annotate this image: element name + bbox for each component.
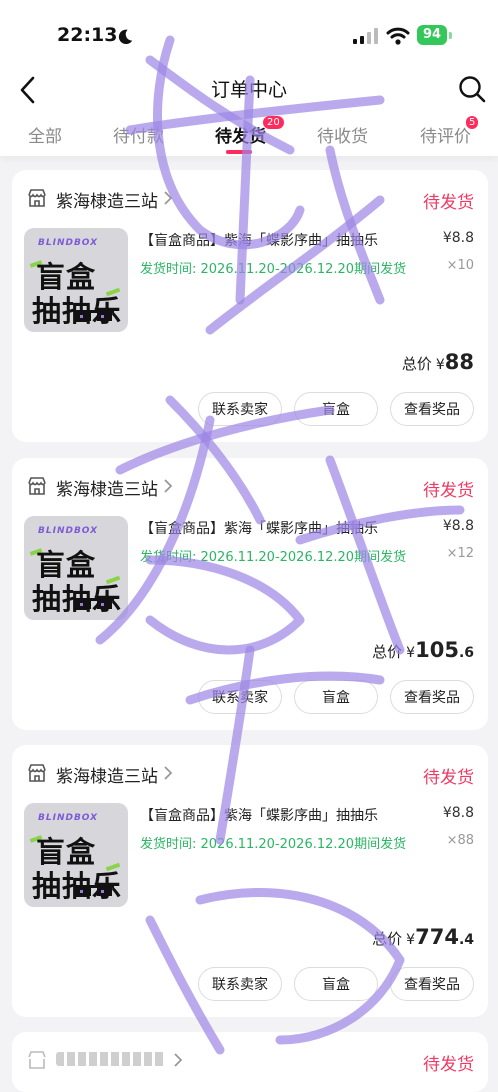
- order-status: 待发货: [423, 1055, 474, 1075]
- signal-icon: [353, 28, 378, 44]
- shop-icon: [28, 1051, 46, 1069]
- product-thumbnail[interactable]: BLINDBOX 盲盒 抽抽乐: [24, 228, 128, 332]
- tab-pending-review[interactable]: 待评价 5: [420, 116, 479, 147]
- ship-time: 发货时间: 2026.11.20-2026.12.20期间发货: [140, 837, 407, 852]
- sunglasses-icon: [74, 310, 114, 321]
- shop-name-redacted: [56, 1052, 166, 1066]
- shop-name[interactable]: 紫海棣造三站: [56, 187, 158, 212]
- shop-icon: [28, 189, 46, 207]
- product-title[interactable]: 【盲盒商品】紫海「蝶影序曲」抽抽乐: [140, 805, 378, 825]
- contact-seller-button[interactable]: 联系卖家: [198, 392, 282, 426]
- moon-icon: [118, 29, 133, 45]
- status-bar: 22:13 94: [0, 0, 498, 70]
- battery-icon: 94: [417, 25, 453, 45]
- product-price: ¥8.8: [442, 805, 474, 821]
- page-title: 订单中心: [210, 79, 287, 101]
- tab-badge: 5: [466, 116, 479, 129]
- shop-icon: [28, 477, 46, 495]
- tab-pending-payment[interactable]: 待付款: [113, 122, 164, 147]
- order-card-header: 紫海棣造三站 待发货: [12, 745, 488, 801]
- order-total: 总价 ¥88: [401, 350, 474, 374]
- order-total: 总价 ¥774.4: [372, 925, 474, 949]
- order-card-header: 紫海棣造三站 待发货: [12, 170, 488, 226]
- product-thumbnail[interactable]: BLINDBOX 盲盒 抽抽乐: [24, 803, 128, 907]
- battery-level: 94: [417, 25, 447, 45]
- ship-time: 发货时间: 2026.11.20-2026.12.20期间发货: [140, 550, 407, 565]
- order-card[interactable]: 紫海棣造三站 待发货 BLINDBOX 盲盒 抽抽乐 【盲盒商品】紫海「蝶影序曲…: [12, 458, 488, 730]
- contact-seller-button[interactable]: 联系卖家: [198, 680, 282, 714]
- status-time: 22:13: [57, 24, 118, 46]
- order-card[interactable]: 待发货: [12, 1032, 488, 1092]
- blind-box-button[interactable]: 盲盒: [294, 680, 378, 714]
- chevron-right-icon[interactable]: [162, 477, 174, 495]
- view-prizes-button[interactable]: 查看奖品: [390, 392, 474, 426]
- product-quantity: ×12: [446, 546, 474, 561]
- contact-seller-button[interactable]: 联系卖家: [198, 967, 282, 1001]
- shop-name[interactable]: 紫海棣造三站: [56, 762, 158, 787]
- nav-bar: 订单中心: [0, 70, 498, 110]
- order-status: 待发货: [423, 193, 474, 213]
- view-prizes-button[interactable]: 查看奖品: [390, 967, 474, 1001]
- sunglasses-icon: [74, 598, 114, 609]
- chevron-right-icon[interactable]: [172, 1051, 184, 1069]
- ship-time: 发货时间: 2026.11.20-2026.12.20期间发货: [140, 262, 407, 277]
- product-price: ¥8.8: [442, 230, 474, 246]
- order-status: 待发货: [423, 481, 474, 501]
- view-prizes-button[interactable]: 查看奖品: [390, 680, 474, 714]
- tab-all[interactable]: 全部: [28, 122, 62, 147]
- shop-name[interactable]: 紫海棣造三站: [56, 475, 158, 500]
- sunglasses-icon: [74, 885, 114, 896]
- tab-badge: 20: [263, 116, 284, 129]
- product-title[interactable]: 【盲盒商品】紫海「蝶影序曲」抽抽乐: [140, 230, 378, 250]
- product-thumbnail[interactable]: BLINDBOX 盲盒 抽抽乐: [24, 516, 128, 620]
- tab-pending-receipt[interactable]: 待收货: [317, 122, 368, 147]
- product-quantity: ×88: [446, 833, 474, 848]
- order-card-header: 紫海棣造三站 待发货: [12, 458, 488, 514]
- blind-box-button[interactable]: 盲盒: [294, 967, 378, 1001]
- active-tab-indicator: [226, 150, 252, 154]
- tab-pending-shipment[interactable]: 待发货 20: [215, 116, 284, 147]
- order-card[interactable]: 紫海棣造三站 待发货 BLINDBOX 盲盒 抽抽乐 【盲盒商品】紫海「蝶影序曲…: [12, 745, 488, 1017]
- order-status: 待发货: [423, 768, 474, 788]
- shop-icon: [28, 764, 46, 782]
- search-icon[interactable]: [458, 75, 486, 103]
- blind-box-button[interactable]: 盲盒: [294, 392, 378, 426]
- product-quantity: ×10: [446, 258, 474, 273]
- product-title[interactable]: 【盲盒商品】紫海「蝶影序曲」抽抽乐: [140, 518, 378, 538]
- product-price: ¥8.8: [442, 518, 474, 534]
- chevron-right-icon[interactable]: [162, 764, 174, 782]
- wifi-icon: [386, 27, 410, 45]
- chevron-right-icon[interactable]: [162, 189, 174, 207]
- order-total: 总价 ¥105.6: [372, 638, 474, 662]
- order-card[interactable]: 紫海棣造三站 待发货 BLINDBOX 盲盒 抽抽乐 【盲盒商品】紫海「蝶影序曲…: [12, 170, 488, 442]
